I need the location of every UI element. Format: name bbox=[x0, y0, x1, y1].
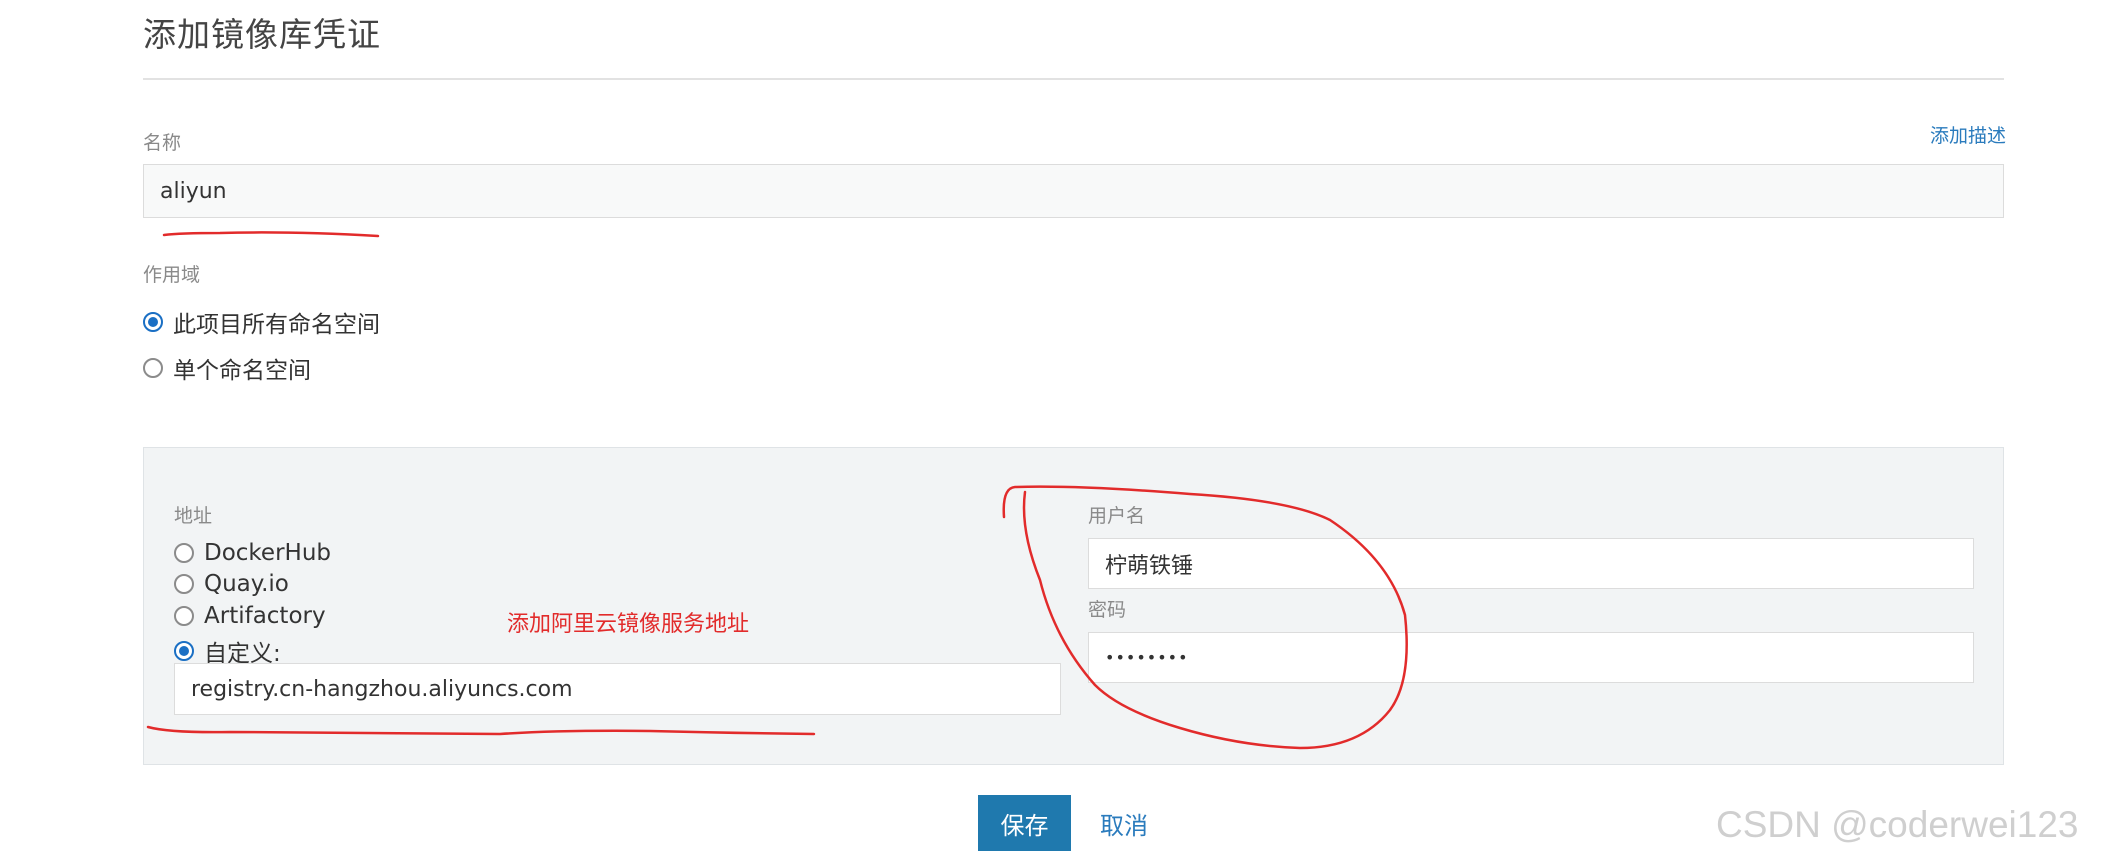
username-label: 用户名 bbox=[1088, 505, 1146, 527]
annotation-text: 添加阿里云镜像服务地址 bbox=[507, 612, 750, 637]
title-divider bbox=[143, 78, 2004, 80]
watermark: CSDN @coderwei123 bbox=[1716, 804, 2079, 845]
save-button[interactable]: 保存 bbox=[978, 795, 1071, 851]
scope-option-single-namespace[interactable]: 单个命名空间 bbox=[143, 351, 311, 385]
username-input[interactable]: 柠萌铁锤 bbox=[1088, 538, 1974, 589]
scope-option-label: 单个命名空间 bbox=[173, 358, 311, 384]
registry-settings-panel bbox=[143, 447, 2004, 765]
radio-unchecked-icon[interactable] bbox=[143, 358, 163, 378]
name-label: 名称 bbox=[143, 132, 182, 154]
radio-unchecked-icon[interactable] bbox=[174, 543, 194, 563]
radio-unchecked-icon[interactable] bbox=[174, 606, 194, 626]
address-label: 地址 bbox=[174, 505, 213, 527]
password-label: 密码 bbox=[1088, 599, 1127, 621]
radio-unchecked-icon[interactable] bbox=[174, 574, 194, 594]
registry-option-artifactory[interactable]: Artifactory bbox=[174, 603, 326, 629]
scope-label: 作用域 bbox=[143, 264, 201, 286]
underline-name-mark bbox=[162, 231, 380, 238]
registry-option-label: Quay.io bbox=[204, 571, 289, 597]
add-description-link[interactable]: 添加描述 bbox=[1930, 121, 2006, 148]
scope-option-all-namespaces[interactable]: 此项目所有命名空间 bbox=[143, 305, 380, 339]
registry-option-dockerhub[interactable]: DockerHub bbox=[174, 540, 331, 566]
password-input[interactable]: •••••••• bbox=[1088, 632, 1974, 683]
custom-registry-url-input[interactable]: registry.cn-hangzhou.aliyuncs.com bbox=[174, 663, 1061, 715]
scope-option-label: 此项目所有命名空间 bbox=[173, 312, 380, 338]
page-title: 添加镜像库凭证 bbox=[143, 15, 381, 54]
registry-option-quay[interactable]: Quay.io bbox=[174, 571, 289, 597]
registry-option-label: Artifactory bbox=[204, 603, 326, 629]
radio-checked-icon[interactable] bbox=[174, 641, 194, 661]
radio-checked-icon[interactable] bbox=[143, 312, 163, 332]
registry-option-label: DockerHub bbox=[204, 540, 332, 566]
name-input[interactable]: aliyun bbox=[143, 164, 2004, 218]
cancel-button[interactable]: 取消 bbox=[1100, 806, 1148, 841]
add-registry-credential-page: 添加镜像库凭证 名称 添加描述 aliyun 作用域 此项目所有命名空间 单个命… bbox=[0, 0, 2109, 864]
